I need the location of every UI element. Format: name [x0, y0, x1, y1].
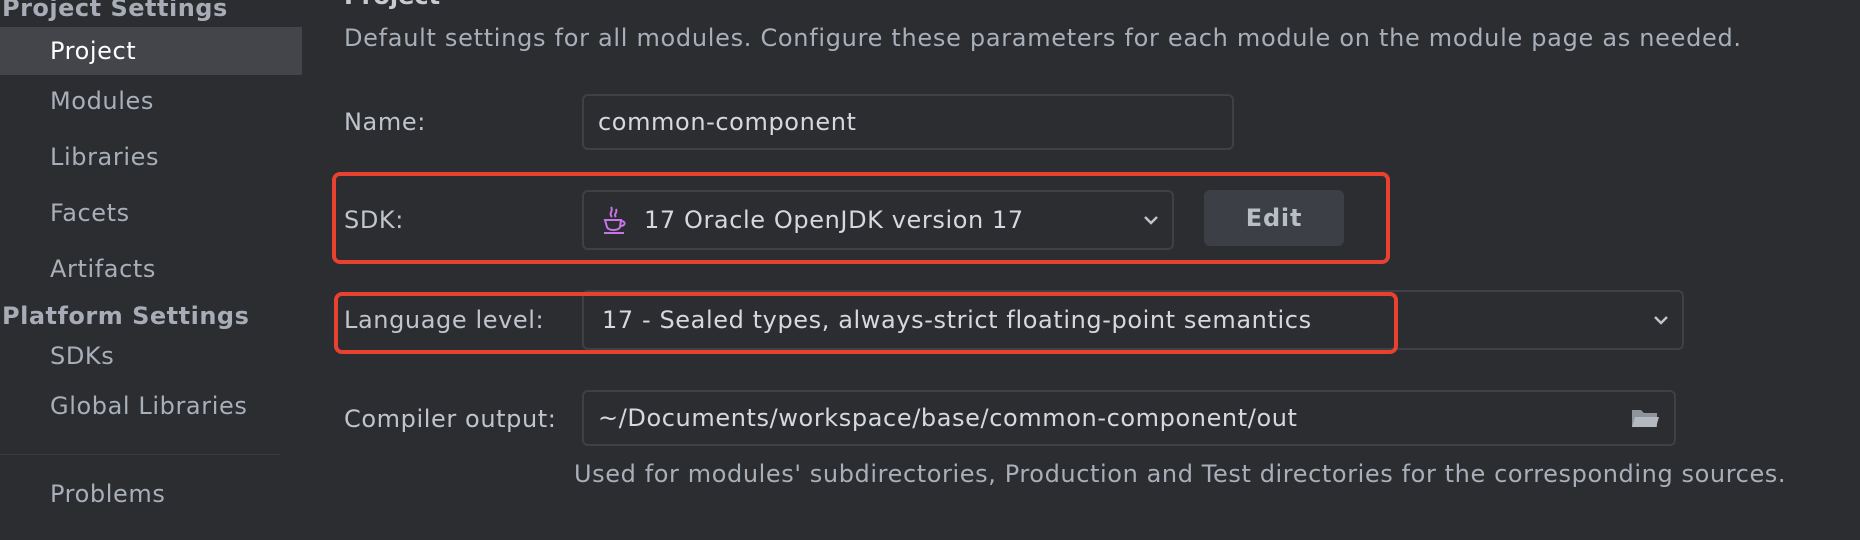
settings-sidebar: Project Settings Project Modules Librari…: [0, 0, 302, 540]
language-level-dropdown[interactable]: 17 - Sealed types, always-strict floatin…: [582, 290, 1684, 350]
edit-sdk-button[interactable]: Edit: [1204, 190, 1344, 246]
sdk-label: SDK:: [344, 206, 404, 234]
chevron-down-icon: [1144, 216, 1158, 225]
project-structure-window: Project Settings Project Modules Librari…: [0, 0, 1860, 540]
sidebar-divider: [0, 454, 280, 455]
project-settings-panel: Project Default settings for all modules…: [302, 0, 1860, 540]
sidebar-item-modules[interactable]: Modules: [0, 77, 302, 125]
platform-settings-header: Platform Settings: [2, 302, 250, 330]
sidebar-item-facets[interactable]: Facets: [0, 189, 302, 237]
sidebar-item-global-libraries[interactable]: Global Libraries: [0, 382, 302, 430]
name-field[interactable]: common-component: [582, 94, 1234, 150]
sidebar-item-artifacts[interactable]: Artifacts: [0, 245, 302, 293]
name-field-value: common-component: [598, 108, 857, 136]
language-level-value: 17 - Sealed types, always-strict floatin…: [602, 306, 1312, 334]
compiler-output-field[interactable]: ~/Documents/workspace/base/common-compon…: [582, 390, 1676, 446]
java-icon: [603, 206, 626, 234]
compiler-output-label: Compiler output:: [344, 405, 557, 433]
folder-icon[interactable]: [1630, 406, 1660, 430]
compiler-output-hint: Used for modules' subdirectories, Produc…: [574, 460, 1787, 488]
compiler-output-value: ~/Documents/workspace/base/common-compon…: [598, 404, 1298, 432]
language-level-label: Language level:: [344, 306, 545, 334]
page-description: Default settings for all modules. Config…: [344, 24, 1742, 52]
sdk-value: 17 Oracle OpenJDK version 17: [644, 206, 1024, 234]
sidebar-item-sdks[interactable]: SDKs: [0, 332, 302, 380]
sidebar-item-problems[interactable]: Problems: [0, 470, 302, 518]
chevron-down-icon: [1654, 316, 1668, 325]
sidebar-item-libraries[interactable]: Libraries: [0, 133, 302, 181]
page-title: Project: [344, 0, 440, 10]
project-settings-header: Project Settings: [2, 0, 228, 22]
sidebar-item-project[interactable]: Project: [0, 27, 302, 75]
name-label: Name:: [344, 108, 426, 136]
sdk-dropdown[interactable]: 17 Oracle OpenJDK version 17: [582, 190, 1174, 250]
